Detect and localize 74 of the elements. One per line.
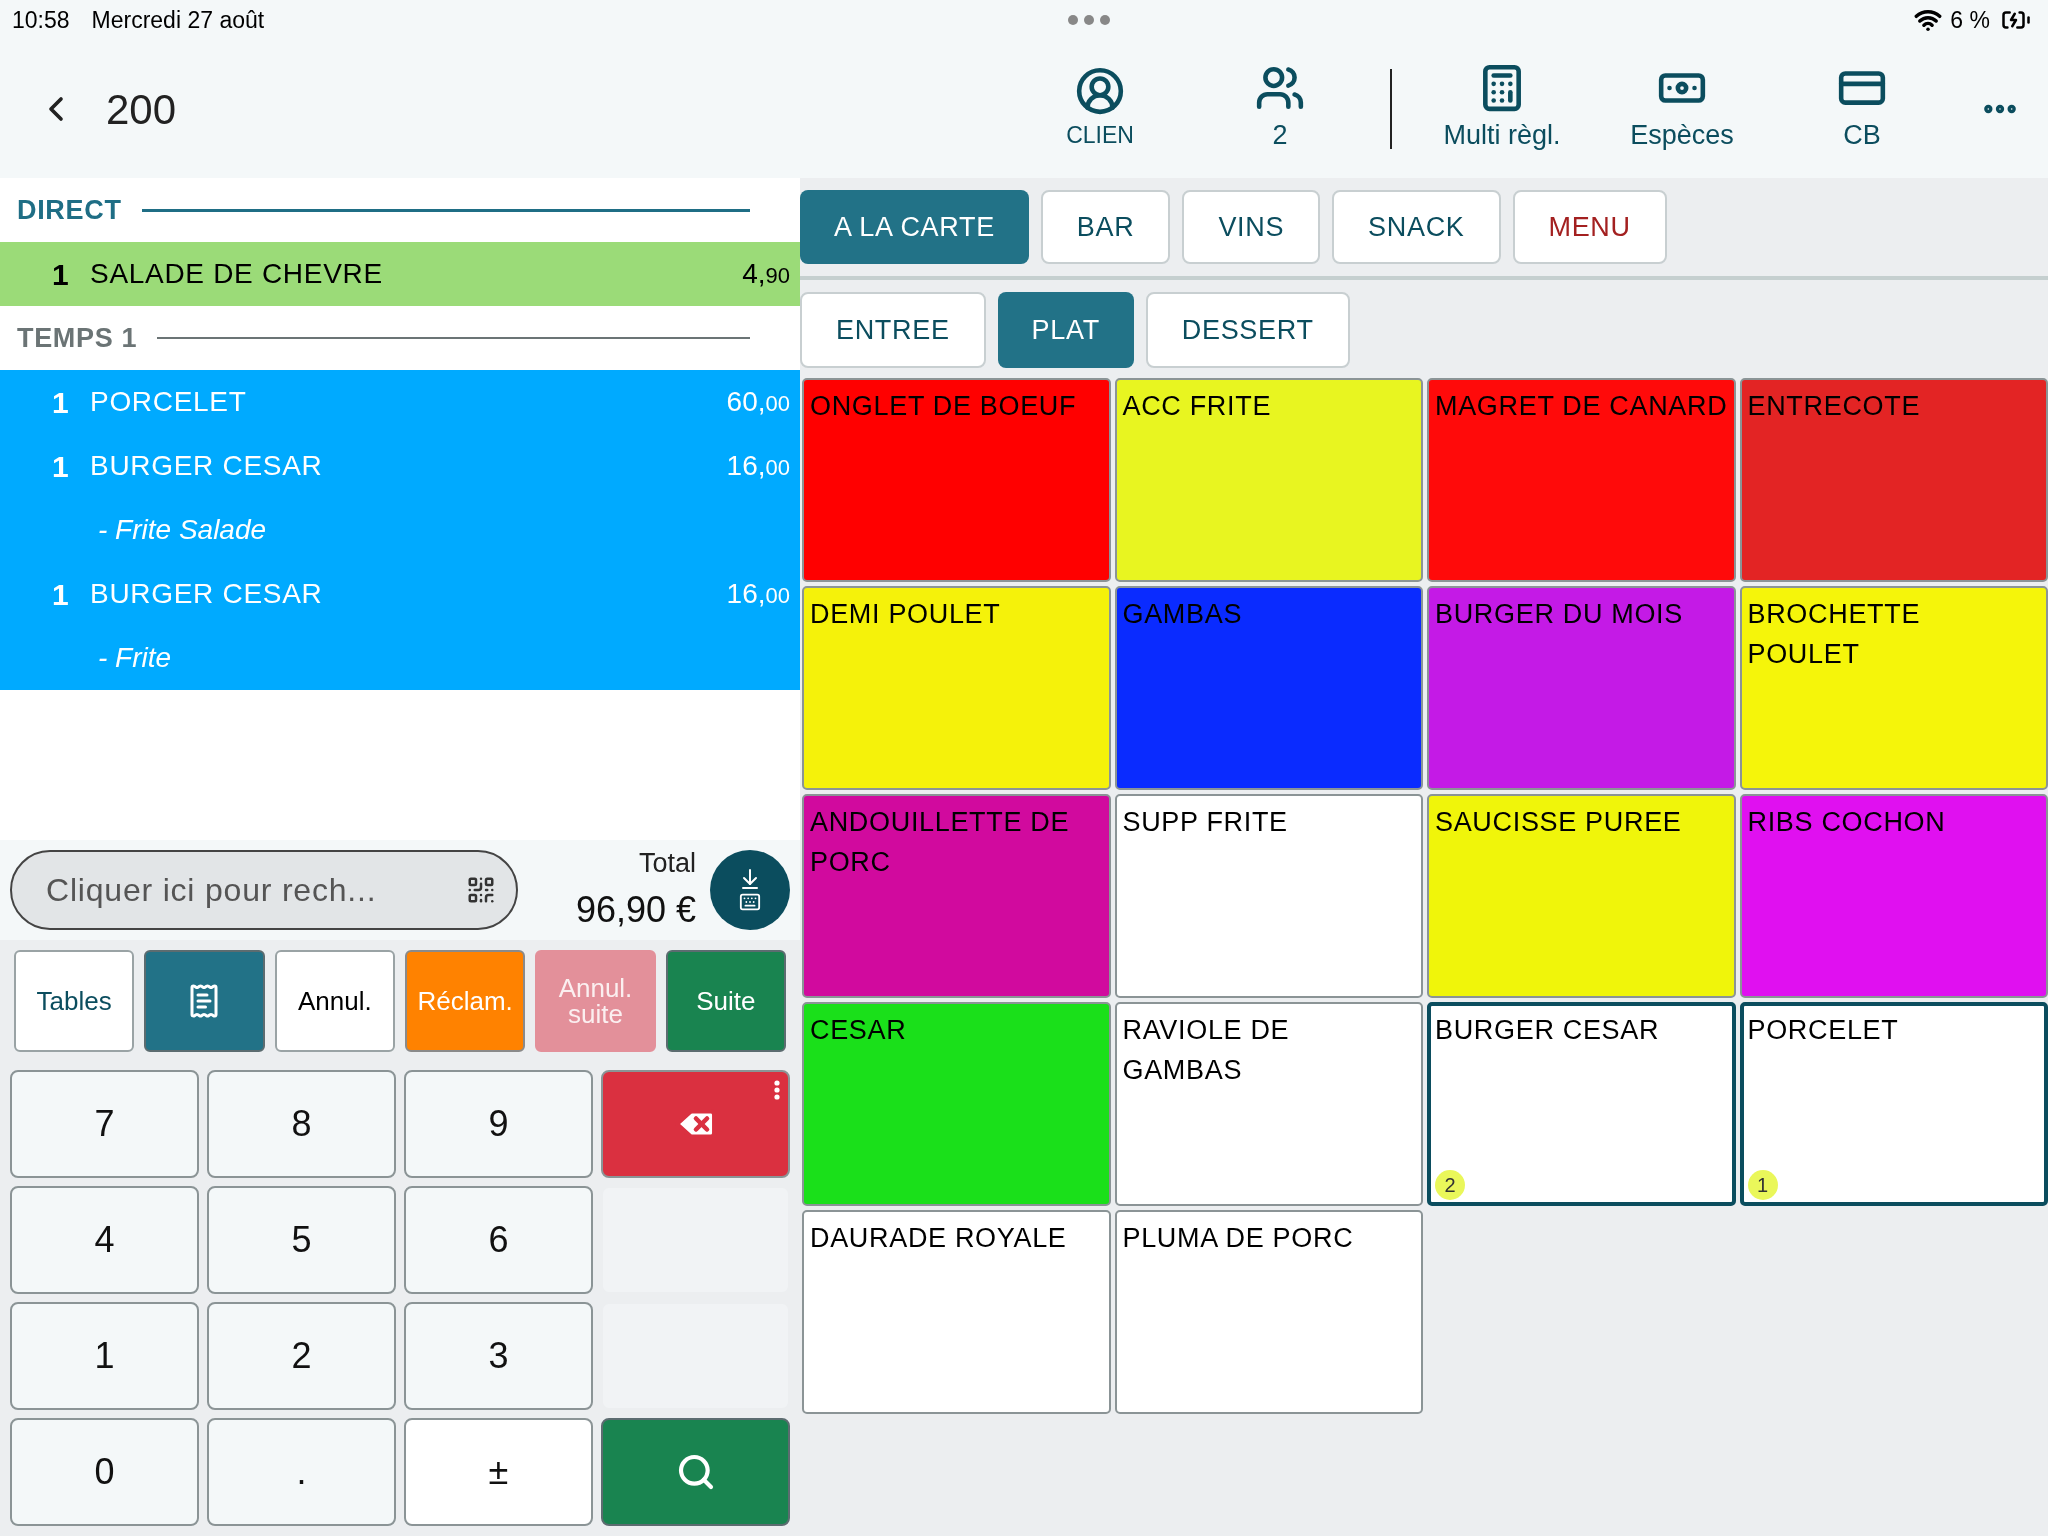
keypad-key[interactable]: 6 [404,1186,593,1294]
product-tile[interactable]: BURGER DU MOIS [1427,586,1736,790]
product-tile[interactable]: DAURADE ROYALE [802,1210,1111,1414]
quantity-text: 1 [52,384,70,421]
search-key[interactable] [601,1418,790,1526]
quantity-text: 1 [52,576,70,613]
total-label: Total [638,846,696,880]
product-tile[interactable]: PLUMA DE PORC [1114,1210,1423,1414]
table-number: 200 [106,84,177,135]
keypad-key[interactable]: 0 [10,1418,199,1526]
product-tile[interactable]: SUPP FRITE [1114,794,1423,998]
quantity-text: 1 [52,256,70,293]
header-action[interactable]: 2 [1190,62,1370,156]
price-text: 16,00 [726,449,790,483]
product-tile[interactable]: ANDOUILLETTE DE PORC [802,794,1111,998]
action-button[interactable]: Suite [665,950,786,1052]
item-note: - Frite Salade [98,513,267,547]
category-tab[interactable]: VINS [1182,190,1321,264]
keypad-key[interactable]: 5 [207,1186,396,1294]
product-tile[interactable]: DEMI POULET [802,586,1111,790]
product-tile[interactable]: ACC FRITE [1114,378,1423,582]
user-circle-icon [1075,65,1125,116]
subcategory-tab[interactable]: DESSERT [1145,292,1350,368]
category-tab[interactable]: SNACK [1332,190,1501,264]
header-action[interactable]: CLIEN [1010,65,1190,153]
search-bar[interactable]: Cliquer ici pour rech... [10,850,518,930]
product-tile[interactable]: RIBS COCHON [1739,794,2048,998]
keypad-key[interactable]: 9 [404,1070,593,1178]
action-button[interactable]: Annul. [274,950,395,1052]
product-tile[interactable]: BROCHETTE POULET [1739,586,2048,790]
receipt-button[interactable] [144,950,265,1052]
product-tile[interactable]: MAGRET DE CANARD [1427,378,1736,582]
product-tile[interactable]: ENTRECOTE [1739,378,2048,582]
category-tab[interactable]: MENU [1512,190,1667,264]
item-note: - Frite [98,641,172,675]
course-heading: DIRECT [17,193,122,227]
status-date: Mercredi 27 août [91,5,265,35]
count-badge: 1 [1747,1170,1778,1200]
total-amount: 96,90 € [575,888,696,933]
product-tile[interactable]: PORCELET 1 [1739,1002,2048,1206]
keypad-key[interactable]: 4 [10,1186,199,1294]
subcategory-tab[interactable]: PLAT [997,292,1134,368]
keypad-key[interactable]: 7 [10,1070,199,1178]
header-action[interactable]: Multi règl. [1412,62,1592,156]
battery-percent: 6 % [1950,5,1990,35]
course-heading: TEMPS 1 [17,321,138,355]
subcategory-tab[interactable]: ENTREE [800,292,986,368]
header-action[interactable]: CB [1772,62,1952,156]
product-tile[interactable]: SAUCISSE PUREE [1427,794,1736,998]
keypad-key[interactable]: . [207,1418,396,1526]
category-tab[interactable]: A LA CARTE [800,190,1029,264]
product-tile[interactable]: BURGER CESAR 2 [1427,1002,1736,1206]
price-text: 60,00 [726,385,790,419]
keypad-key[interactable]: ± [404,1418,593,1526]
price-text: 16,00 [726,577,790,611]
quantity-text: 1 [52,448,70,485]
keypad-key[interactable]: 3 [404,1302,593,1410]
backspace-key[interactable] [601,1070,790,1178]
keypad-key[interactable]: 2 [207,1302,396,1410]
multitask-dots-icon [1068,15,1111,25]
product-tile[interactable]: RAVIOLE DE GAMBAS [1114,1002,1423,1206]
header-action[interactable]: Espèces [1592,62,1772,156]
product-tile[interactable]: CESAR [802,1002,1111,1206]
price-text: 4,90 [742,257,790,291]
search-input[interactable]: Cliquer ici pour rech... [46,866,466,914]
more-vertical-icon [774,1080,780,1100]
keypad-key[interactable]: 1 [10,1302,199,1410]
category-tab[interactable]: BAR [1040,190,1171,264]
count-badge: 2 [1435,1170,1465,1200]
action-button[interactable]: Tables [14,950,135,1052]
status-time: 10:58 [12,5,70,35]
item-name[interactable]: SALADE DE CHEVRE [90,253,743,295]
keypad-key[interactable]: 8 [207,1070,396,1178]
product-tile[interactable]: ONGLET DE BOEUF [802,378,1111,582]
